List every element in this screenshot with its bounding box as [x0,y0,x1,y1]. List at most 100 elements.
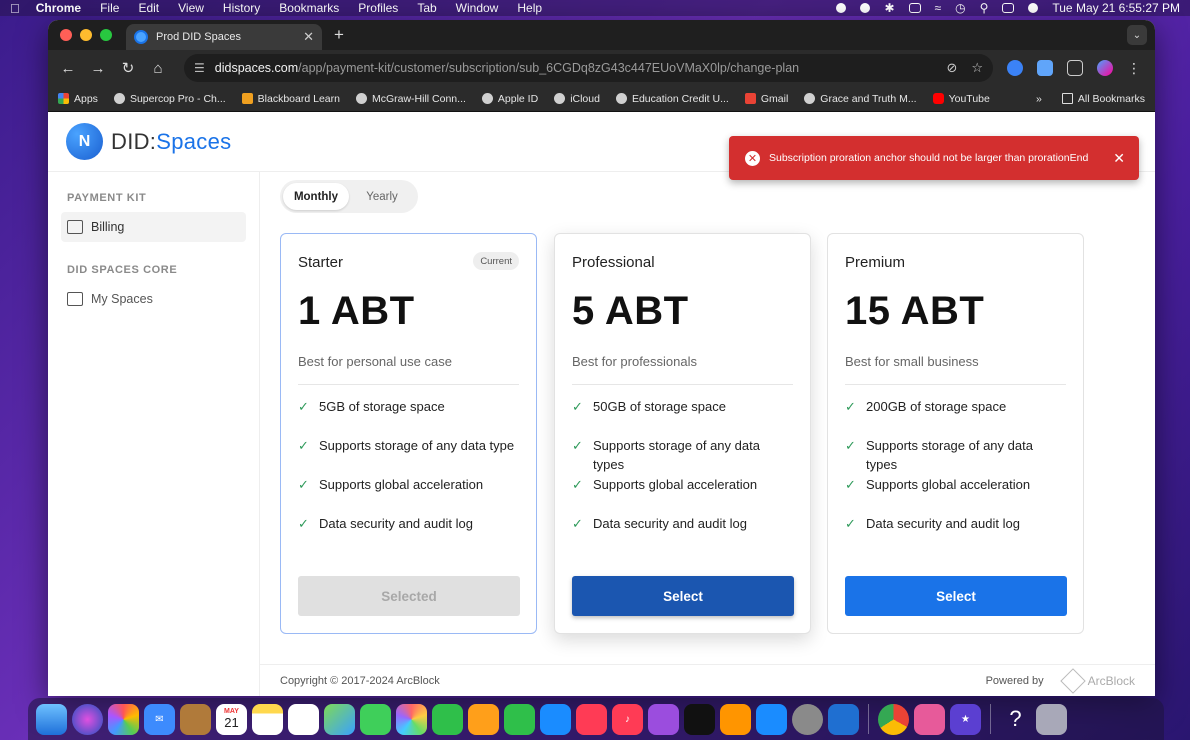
podcasts-icon[interactable] [648,703,679,735]
app-icon-star[interactable]: ★ [950,703,981,735]
notes-icon[interactable] [252,703,283,735]
siri-dock-icon[interactable] [72,703,103,735]
browser-tab-active[interactable]: Prod DID Spaces ✕ [126,24,322,50]
chrome-icon[interactable] [878,703,909,735]
did-spaces-logo-text[interactable]: DID:Spaces [111,129,231,155]
news-icon[interactable] [576,703,607,735]
new-tab-button[interactable]: + [334,25,344,45]
arcblock-logo-icon [1059,667,1086,694]
profile-avatar[interactable] [1097,60,1113,76]
address-bar[interactable]: ☰ didspaces.com/app/payment-kit/customer… [184,54,993,82]
toggle-monthly[interactable]: Monthly [283,183,349,210]
browser-menu-icon[interactable]: ⋮ [1127,60,1141,76]
tab-search-button[interactable]: ⌄ [1127,25,1147,45]
bookmark-label: McGraw-Hill Conn... [371,92,466,105]
arcblock-logo[interactable]: ArcBlock [1059,667,1135,694]
menu-history[interactable]: History [223,1,260,15]
sidebar-item-label: My Spaces [91,292,153,306]
bookmark-education-credit[interactable]: Education Credit U... [615,93,729,105]
browser-toolbar: ← → ↻ ⌂ ☰ didspaces.com/app/payment-kit/… [48,50,1155,86]
bookmark-icloud[interactable]: iCloud [554,93,600,105]
bookmark-label: Supercop Pro - Ch... [129,92,226,105]
system-settings-icon[interactable] [792,703,823,735]
dock-separator [990,704,991,734]
toast-close-icon[interactable]: ✕ [1113,150,1125,167]
cloud-status-icon[interactable] [860,3,871,13]
menu-app-chrome[interactable]: Chrome [36,1,81,15]
control-center-icon[interactable] [1002,3,1015,13]
bookmark-blackboard[interactable]: Blackboard Learn [241,93,340,105]
bookmark-apple-id[interactable]: Apple ID [481,93,538,105]
launchpad-icon[interactable] [108,703,139,735]
maps-icon[interactable] [324,703,355,735]
wifi-icon[interactable]: ≈ [935,1,942,15]
contacts-icon[interactable] [180,703,211,735]
menu-file[interactable]: File [100,1,119,15]
menu-profiles[interactable]: Profiles [358,1,398,15]
trash-icon[interactable] [1036,703,1067,735]
app-icon-pink[interactable] [914,703,945,735]
help-icon[interactable]: ? [1000,704,1031,735]
close-window-button[interactable] [60,29,72,41]
blackboard-icon [241,93,253,104]
bookmarks-overflow-button[interactable]: » [1036,93,1042,105]
did-spaces-logo-icon[interactable]: N [66,123,103,160]
menu-tab[interactable]: Tab [417,1,436,15]
zoom-window-button[interactable] [100,29,112,41]
app-store-icon[interactable] [756,703,787,735]
menu-window[interactable]: Window [456,1,499,15]
select-professional-button[interactable]: Select [572,576,794,616]
reminders-icon[interactable] [288,703,319,735]
extension-icon-2[interactable] [1037,60,1053,76]
forward-button[interactable]: → [86,60,110,77]
facetime-icon[interactable] [432,703,463,735]
extension-status-icon[interactable] [836,3,847,13]
battery-icon[interactable] [908,3,921,13]
tab-close-icon[interactable]: ✕ [303,29,314,45]
menu-bookmarks[interactable]: Bookmarks [279,1,339,15]
time-machine-icon[interactable]: ◷ [955,1,965,15]
bookmark-gmail[interactable]: Gmail [744,93,788,105]
feature-text: Supports storage of any data type [319,438,515,453]
sidebar-item-my-spaces[interactable]: My Spaces [61,284,246,314]
site-info-icon[interactable]: ☰ [194,61,205,75]
menu-view[interactable]: View [178,1,204,15]
mail-icon[interactable]: ✉ [144,703,175,735]
photos-icon[interactable] [396,703,427,735]
calendar-icon[interactable]: MAY 21 [216,703,247,735]
spotlight-icon[interactable]: ⚲ [980,1,989,15]
menu-help[interactable]: Help [517,1,542,15]
bookmark-grace-and-truth[interactable]: Grace and Truth M... [804,93,917,105]
select-premium-button[interactable]: Select [845,576,1067,616]
back-button[interactable]: ← [56,60,80,77]
menubar-clock[interactable]: Tue May 21 6:55:27 PM [1052,1,1180,15]
toggle-yearly[interactable]: Yearly [349,183,415,210]
toast-message: Subscription proration anchor should not… [769,152,1089,164]
bookmark-apps[interactable]: Apps [58,93,98,105]
messages-icon[interactable] [360,703,391,735]
extension-icon-1[interactable] [1007,60,1023,76]
siri-icon[interactable] [1028,3,1039,13]
music-icon[interactable]: ♪ [612,703,643,735]
books-icon[interactable] [720,703,751,735]
minimize-window-button[interactable] [80,29,92,41]
reload-button[interactable]: ↻ [116,59,140,77]
pages-icon[interactable] [468,703,499,735]
numbers-icon[interactable] [504,703,535,735]
bookmark-mcgraw-hill[interactable]: McGraw-Hill Conn... [355,92,466,105]
sidebar-item-billing[interactable]: Billing [61,212,246,242]
apple-icon[interactable]:  [10,1,20,16]
bookmark-supercop[interactable]: Supercop Pro - Ch... [113,92,226,105]
finder-icon[interactable] [36,703,67,735]
bookmark-youtube[interactable]: YouTube [932,93,990,105]
bookmark-star-icon[interactable]: ☆ [971,60,983,76]
bluetooth-icon[interactable]: ✱ [884,1,894,15]
menu-edit[interactable]: Edit [138,1,159,15]
home-button[interactable]: ⌂ [146,60,170,77]
keynote-icon[interactable] [540,703,571,735]
all-bookmarks-folder[interactable]: All Bookmarks [1061,93,1145,105]
apple-tv-icon[interactable] [684,703,715,735]
vscode-icon[interactable] [828,703,859,735]
tracking-eye-off-icon[interactable]: ⊘ [946,60,957,76]
extensions-puzzle-icon[interactable] [1067,60,1083,76]
